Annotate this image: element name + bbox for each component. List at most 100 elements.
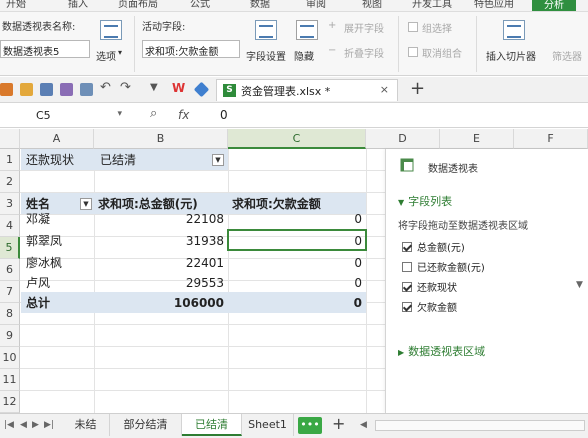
print-preview-icon[interactable] — [80, 83, 93, 96]
checkbox-checked-icon[interactable] — [402, 242, 412, 252]
function-icon[interactable]: fx — [178, 108, 189, 122]
row-header[interactable]: 3 — [0, 193, 20, 215]
cell-owed[interactable]: 0 — [228, 272, 366, 294]
hide-icon[interactable] — [296, 20, 318, 40]
column-header-e[interactable]: E — [440, 129, 514, 149]
field-checkbox-status[interactable]: 还款现状 — [402, 279, 457, 294]
ribbon-tab-review[interactable]: 审阅 — [306, 0, 326, 10]
ribbon-tab-insert[interactable]: 插入 — [68, 0, 88, 10]
row-header[interactable]: 5 — [0, 237, 20, 259]
redo-icon[interactable]: ↷ — [120, 80, 133, 95]
open-folder-icon[interactable] — [20, 83, 33, 96]
field-settings-icon[interactable] — [255, 20, 277, 40]
field-checkbox-owed[interactable]: 欠款金额 — [402, 299, 457, 314]
row-header[interactable]: 11 — [0, 369, 20, 391]
checkbox-checked-icon[interactable] — [402, 302, 412, 312]
row-header[interactable]: 2 — [0, 171, 20, 193]
next-sheet-icon[interactable]: ▶ — [32, 420, 39, 430]
cell-owed[interactable]: 0 — [228, 208, 366, 230]
zoom-icon[interactable]: ⌕ — [150, 106, 157, 121]
save-icon[interactable] — [40, 83, 53, 96]
ribbon-tab-data[interactable]: 数据 — [250, 0, 270, 10]
collapse-field-button[interactable]: 折叠字段 — [344, 45, 384, 60]
sheet-tab-partial[interactable]: 部分结清 — [110, 414, 182, 436]
cell-a1[interactable]: 还款现状 — [22, 149, 94, 171]
column-header-f[interactable]: F — [514, 129, 588, 149]
last-sheet-icon[interactable]: ▶| — [44, 420, 54, 430]
insert-slicer-icon[interactable] — [503, 20, 525, 40]
active-field-input[interactable]: 求和项:欠款金额 — [142, 40, 240, 58]
first-sheet-icon[interactable]: |◀ — [4, 420, 14, 430]
formula-input[interactable]: 0 — [220, 108, 228, 122]
menu-icon[interactable] — [0, 83, 13, 96]
chevron-down-icon[interactable]: ▾ — [118, 48, 122, 57]
options-button[interactable]: 选项 — [96, 48, 116, 63]
column-header-b[interactable]: B — [94, 129, 228, 149]
sheet-tab-settled[interactable]: 已结清 — [182, 414, 242, 436]
cell-total[interactable]: 22108 — [94, 208, 228, 230]
add-sheet-icon[interactable]: + — [332, 414, 345, 433]
expand-field-button[interactable]: 展开字段 — [344, 20, 384, 35]
row-header[interactable]: 12 — [0, 391, 20, 413]
cell-total-sum[interactable]: 106000 — [94, 292, 228, 314]
cell-total[interactable]: 22401 — [94, 252, 228, 274]
select-all-corner[interactable] — [0, 129, 20, 149]
cell-b1[interactable]: 已结清 — [96, 149, 206, 171]
ribbon-tab-special[interactable]: 特色应用 — [474, 0, 514, 10]
pivot-areas-section[interactable]: ▶ 数据透视表区域 — [398, 343, 485, 359]
cell-owed[interactable]: 0 — [228, 252, 366, 274]
field-checkbox-total[interactable]: 总金额(元) — [402, 239, 465, 254]
customize-dropdown-icon[interactable]: ▼ — [150, 82, 163, 95]
document-tab[interactable]: S 资金管理表.xlsx * × — [216, 79, 398, 101]
row-header[interactable]: 9 — [0, 325, 20, 347]
filter-connection-button[interactable]: 筛选器 — [552, 48, 582, 63]
cell-name[interactable]: 郭翠凤 — [22, 230, 94, 252]
ribbon-tab-formulas[interactable]: 公式 — [190, 0, 210, 10]
cell-name[interactable]: 邓凝 — [22, 208, 94, 230]
funnel-icon[interactable]: ▼ — [576, 280, 583, 290]
wps-logo-icon[interactable]: W — [172, 81, 185, 95]
ribbon-tab-view[interactable]: 视图 — [362, 0, 382, 10]
column-header-d[interactable]: D — [366, 129, 440, 149]
cell-total-owed[interactable]: 0 — [228, 292, 366, 314]
ribbon-tab-home[interactable]: 开始 — [6, 0, 26, 10]
checkbox-unchecked-icon[interactable] — [402, 262, 412, 272]
prev-sheet-icon[interactable]: ◀ — [20, 420, 27, 430]
cell-name[interactable]: 卢风 — [22, 272, 94, 294]
row-header[interactable]: 6 — [0, 259, 20, 281]
row-header[interactable]: 4 — [0, 215, 20, 237]
row-header[interactable]: 7 — [0, 281, 20, 303]
cell-total[interactable]: 29553 — [94, 272, 228, 294]
name-box[interactable]: C5 ▾ — [0, 106, 128, 126]
close-tab-icon[interactable]: × — [380, 83, 389, 96]
scroll-left-icon[interactable]: ◀ — [360, 420, 367, 430]
cell-name[interactable]: 廖冰枫 — [22, 252, 94, 274]
column-header-a[interactable]: A — [20, 129, 94, 149]
new-tab-icon[interactable]: + — [410, 78, 425, 99]
row-header[interactable]: 8 — [0, 303, 20, 325]
ribbon-tab-analyze[interactable]: 分析 — [532, 0, 576, 11]
cell-total[interactable]: 31938 — [94, 230, 228, 252]
field-list-section[interactable]: ▼ 字段列表 — [398, 193, 452, 209]
pivot-name-input[interactable]: 数据透视表5 — [0, 40, 90, 58]
cube-icon[interactable] — [193, 81, 210, 98]
ribbon-tab-developer[interactable]: 开发工具 — [412, 0, 452, 10]
chevron-down-icon[interactable]: ▾ — [117, 109, 122, 119]
insert-slicer-button[interactable]: 插入切片器 — [486, 48, 536, 63]
cell-total-label[interactable]: 总计 — [22, 292, 94, 314]
field-checkbox-repaid[interactable]: 已还款金额(元) — [402, 259, 485, 274]
filter-icon[interactable]: ▼ — [212, 154, 224, 166]
field-settings-button[interactable]: 字段设置 — [246, 48, 286, 63]
undo-icon[interactable]: ↶ — [100, 80, 113, 95]
checkbox-checked-icon[interactable] — [402, 282, 412, 292]
print-icon[interactable] — [60, 83, 73, 96]
sheet-tab-sheet1[interactable]: Sheet1 — [242, 414, 294, 436]
ungroup-button[interactable]: 取消组合 — [422, 45, 462, 60]
row-header[interactable]: 10 — [0, 347, 20, 369]
ribbon-tab-page-layout[interactable]: 页面布局 — [118, 0, 158, 10]
group-selection-button[interactable]: 组选择 — [422, 20, 452, 35]
horizontal-scrollbar[interactable] — [375, 420, 585, 431]
options-icon[interactable] — [100, 20, 122, 40]
hide-button[interactable]: 隐藏 — [294, 48, 314, 63]
row-header[interactable]: 1 — [0, 149, 20, 171]
